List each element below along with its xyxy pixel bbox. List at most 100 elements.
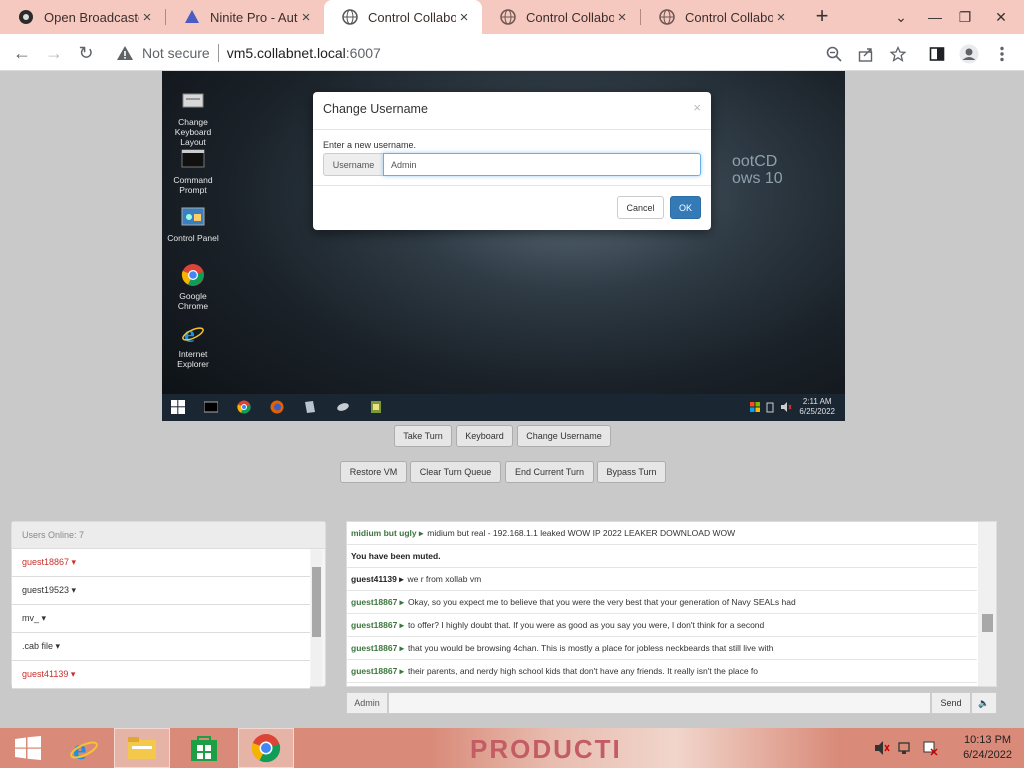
close-icon[interactable]: × [456, 9, 472, 26]
user-item[interactable]: .cab file ▾ [12, 633, 310, 661]
globe-icon [500, 9, 516, 25]
taskbar-wallpaper: PRODUCTI [430, 728, 840, 768]
system-clock[interactable]: 10:13 PM 6/24/2022 [963, 733, 1012, 763]
keyboard-icon [181, 89, 205, 113]
user-item[interactable]: guest19523 ▾ [12, 577, 310, 605]
volume-muted-icon[interactable] [874, 740, 890, 756]
vm-app-icon[interactable] [369, 400, 383, 414]
tab-strip: Open Broadcaster × Ninite Pro - Auto × C… [0, 0, 1024, 34]
chat-username-label: Admin [346, 692, 388, 714]
chat-username[interactable]: guest41139 ▸ [351, 574, 403, 585]
tab-obs[interactable]: Open Broadcaster × [0, 0, 165, 34]
take-turn-button[interactable]: Take Turn [394, 425, 452, 447]
chrome-taskbar-icon[interactable] [238, 728, 294, 768]
vm-start-icon[interactable] [171, 400, 185, 414]
chat-message: You have been muted. [347, 545, 977, 568]
chat-username[interactable]: guest18867 ▸ [351, 643, 404, 654]
users-scrollbar[interactable] [311, 550, 322, 686]
network-icon[interactable] [898, 740, 914, 756]
restore-icon[interactable]: ❐ [948, 0, 982, 34]
tab-title: Open Broadcaster [44, 9, 139, 25]
chat-message: guest18867 ▸ to offer? I highly doubt tha… [347, 614, 977, 637]
tab-title: Control Collabora [685, 9, 773, 25]
desktop-icon-internet-explorer[interactable]: e Internet Explorer [164, 321, 222, 369]
user-item[interactable]: guest41139 ▾ [12, 661, 310, 689]
chat-input[interactable] [388, 692, 931, 714]
username-input[interactable] [383, 153, 701, 176]
chrome-icon [181, 263, 205, 287]
end-current-turn-button[interactable]: End Current Turn [505, 461, 594, 483]
chat-text: midium but real - 192.168.1.1 leaked WOW… [427, 528, 736, 538]
ie-taskbar-icon[interactable]: e [56, 728, 112, 768]
control-panel-icon [181, 205, 205, 229]
vm-taskbar: 2:11 AM 6/25/2022 [162, 394, 845, 421]
chat-scrollbar[interactable] [978, 522, 996, 686]
dialog-close-icon[interactable]: × [693, 100, 701, 115]
vm-cmd-icon[interactable] [204, 400, 218, 414]
tab-title: Control Collabora [368, 9, 456, 25]
chat-text: You have been muted. [351, 551, 441, 561]
vm-volume-icon[interactable] [780, 402, 792, 412]
desktop-icon-command-prompt[interactable]: Command Prompt [164, 147, 222, 195]
volume-icon[interactable]: 🔈 [971, 692, 997, 714]
chat-message: guest18867 ▸ Okay, so you expect me to be… [347, 591, 977, 614]
forward-icon[interactable]: → [41, 40, 67, 66]
chat-username[interactable]: midium but ugly ▸ [351, 528, 423, 539]
tab-ninite[interactable]: Ninite Pro - Auto × [166, 0, 324, 34]
tab-title: Control Collabora [526, 9, 614, 25]
chat-username[interactable]: guest18867 ▸ [351, 666, 404, 677]
close-icon[interactable]: × [614, 9, 630, 26]
menu-kebab-icon[interactable] [992, 44, 1012, 64]
action-center-icon[interactable] [922, 740, 938, 756]
share-icon[interactable] [856, 44, 876, 64]
chat-username[interactable]: guest18867 ▸ [351, 620, 404, 631]
bypass-turn-button[interactable]: Bypass Turn [597, 461, 666, 483]
bookmark-star-icon[interactable] [888, 44, 908, 64]
back-icon[interactable]: ← [9, 40, 35, 66]
chat-text: we r from xollab vm [407, 574, 482, 584]
wallpaper-text: ootCD ows 10 [732, 153, 783, 187]
chat-log: midium but ugly ▸ midium but real - 192.1… [346, 521, 997, 687]
file-explorer-taskbar-icon[interactable] [114, 728, 170, 768]
send-button[interactable]: Send [931, 692, 971, 714]
user-item[interactable]: mv_ ▾ [12, 605, 310, 633]
profile-avatar-icon[interactable] [959, 44, 979, 64]
cancel-button[interactable]: Cancel [617, 196, 664, 219]
tab-control-collabora[interactable]: Control Collabora × [482, 0, 640, 34]
desktop-icon-control-panel[interactable]: Control Panel [164, 205, 222, 243]
reload-icon[interactable]: ↻ [73, 40, 99, 66]
minimize-icon[interactable]: — [918, 0, 952, 34]
close-icon[interactable]: × [139, 9, 155, 26]
chat-message: guest18867 ▸ their parents, and nerdy hig… [347, 660, 977, 683]
restore-vm-button[interactable]: Restore VM [340, 461, 407, 483]
desktop-icon-google-chrome[interactable]: Google Chrome [164, 263, 222, 311]
chat-username[interactable]: guest18867 ▸ [351, 597, 404, 608]
vm-app-icon[interactable] [303, 400, 317, 414]
chat-text: their parents, and nerdy high school kid… [407, 666, 758, 676]
windows-start-icon[interactable] [0, 728, 56, 768]
close-icon[interactable]: × [298, 9, 314, 26]
tab-control-collabora[interactable]: Control Collabora × [641, 0, 799, 34]
keyboard-button[interactable]: Keyboard [456, 425, 513, 447]
vm-firefox-icon[interactable] [270, 400, 284, 414]
vm-chrome-icon[interactable] [237, 400, 251, 414]
clear-turn-queue-button[interactable]: Clear Turn Queue [410, 461, 501, 483]
ninite-icon [184, 9, 200, 25]
close-icon[interactable]: × [773, 9, 789, 26]
vm-network-icon[interactable] [766, 401, 774, 413]
change-username-button[interactable]: Change Username [517, 425, 611, 447]
tab-search-chevron-icon[interactable]: ⌄ [884, 0, 918, 34]
vm-tray-icon[interactable] [750, 402, 760, 412]
tab-control-collabora-active[interactable]: Control Collabora × [324, 0, 482, 34]
vm-app-icon[interactable] [336, 400, 350, 414]
window-close-icon[interactable]: ✕ [984, 0, 1018, 34]
new-tab-button[interactable]: + [810, 5, 834, 29]
side-panel-icon[interactable] [927, 44, 947, 64]
zoom-icon[interactable] [824, 44, 844, 64]
dialog-prompt: Enter a new username. [323, 140, 417, 150]
desktop-icon-keyboard-layout[interactable]: Change Keyboard Layout [164, 89, 222, 147]
store-taskbar-icon[interactable] [176, 728, 232, 768]
ok-button[interactable]: OK [670, 196, 701, 219]
user-item[interactable]: guest18867 ▾ [12, 549, 310, 577]
address-bar[interactable]: Not secure vm5.collabnet.local:6007 [108, 37, 918, 68]
